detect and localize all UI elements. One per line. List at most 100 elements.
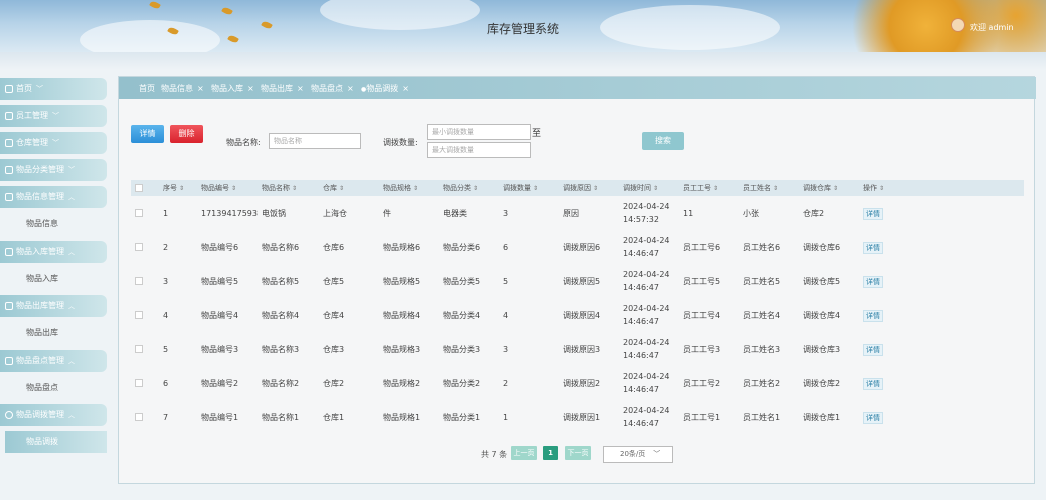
- column-header[interactable]: 物品规格 ⇕: [379, 180, 439, 196]
- sort-icon[interactable]: ⇕: [292, 185, 297, 192]
- table-row[interactable]: 6 物品编号2 物品名称2 仓库2 物品规格2 物品分类2 2 调拨原因2 2024-04-24…: [131, 366, 1024, 400]
- tab-outbound[interactable]: 物品出库 ×: [261, 83, 304, 94]
- tab-home[interactable]: 首页: [139, 83, 155, 94]
- tab-label: 物品信息: [161, 84, 193, 93]
- table-cell: 小张: [743, 208, 759, 218]
- row-detail-button[interactable]: 详情: [863, 275, 883, 288]
- row-detail-button[interactable]: 详情: [863, 411, 883, 424]
- name-filter-label: 物品名称:: [226, 138, 261, 147]
- user-greeting[interactable]: 欢迎 admin: [970, 22, 1014, 33]
- close-icon[interactable]: ×: [247, 84, 254, 93]
- sort-icon[interactable]: ⇕: [413, 185, 418, 192]
- column-header[interactable]: 调拨时间 ⇕: [619, 180, 679, 196]
- avatar[interactable]: [951, 18, 965, 32]
- search-button[interactable]: 搜索: [642, 132, 684, 150]
- page-size-select[interactable]: 20条/页 ﹀: [603, 446, 673, 463]
- row-checkbox[interactable]: [131, 332, 159, 366]
- row-detail-button[interactable]: 详情: [863, 309, 883, 322]
- sort-icon[interactable]: ⇕: [339, 185, 344, 192]
- column-header[interactable]: 操作 ⇕: [859, 180, 1024, 196]
- sidebar-sub-inbound[interactable]: 物品入库: [0, 268, 107, 290]
- column-header[interactable]: 员工姓名 ⇕: [739, 180, 799, 196]
- table-row[interactable]: 2 物品编号6 物品名称6 仓库6 物品规格6 物品分类6 6 调拨原因6 2024-04-24…: [131, 230, 1024, 264]
- row-checkbox[interactable]: [131, 264, 159, 298]
- sidebar-sub-inventory[interactable]: 物品盘点: [0, 377, 107, 399]
- qty-filter-label: 调拨数量:: [383, 138, 418, 147]
- chevron-down-icon: ﹀: [68, 166, 75, 174]
- row-checkbox[interactable]: [131, 298, 159, 332]
- column-header[interactable]: 仓库 ⇕: [319, 180, 379, 196]
- sidebar-item-home[interactable]: 首页 ﹀: [0, 78, 107, 100]
- column-header[interactable]: 物品编号 ⇕: [197, 180, 258, 196]
- sidebar-sub-goods-info[interactable]: 物品信息: [0, 213, 107, 235]
- row-checkbox[interactable]: [131, 400, 159, 434]
- table-row[interactable]: 1 1713941759380 电饭锅 上海仓 件 电器类 3 原因 2024-04-24 14…: [131, 196, 1024, 230]
- table-row[interactable]: 4 物品编号4 物品名称4 仓库4 物品规格4 物品分类4 4 调拨原因4 2024-04-24…: [131, 298, 1024, 332]
- sidebar-sub-outbound[interactable]: 物品出库: [0, 322, 107, 344]
- max-qty-input[interactable]: 最大调拨数量: [427, 142, 531, 158]
- close-icon[interactable]: ×: [402, 84, 409, 93]
- row-checkbox[interactable]: [131, 196, 159, 230]
- table-cell: 调拨仓库5: [803, 276, 841, 286]
- tab-label: 物品入库: [211, 84, 243, 93]
- row-detail-button[interactable]: 详情: [863, 343, 883, 356]
- sort-icon[interactable]: ⇕: [473, 185, 478, 192]
- sidebar-item-inventory[interactable]: 物品盘点管理 ︿: [0, 350, 107, 372]
- column-header[interactable]: 物品分类 ⇕: [439, 180, 499, 196]
- column-header[interactable]: 调拨原因 ⇕: [559, 180, 619, 196]
- sort-icon[interactable]: ⇕: [231, 185, 236, 192]
- chevron-up-icon: ︿: [68, 302, 75, 310]
- table-row[interactable]: 7 物品编号1 物品名称1 仓库1 物品规格1 物品分类1 1 调拨原因1 2024-04-24…: [131, 400, 1024, 434]
- sort-icon[interactable]: ⇕: [879, 185, 884, 192]
- sort-icon[interactable]: ⇕: [773, 185, 778, 192]
- sort-icon[interactable]: ⇕: [593, 185, 598, 192]
- select-all-checkbox[interactable]: [131, 180, 159, 196]
- name-input[interactable]: 物品名称: [269, 133, 361, 149]
- row-detail-button[interactable]: 详情: [863, 207, 883, 220]
- close-icon[interactable]: ×: [297, 84, 304, 93]
- leaf-decoration: [221, 5, 233, 17]
- sort-icon[interactable]: ⇕: [653, 185, 658, 192]
- row-detail-button[interactable]: 详情: [863, 241, 883, 254]
- row-checkbox[interactable]: [131, 230, 159, 264]
- column-header[interactable]: 调拨仓库 ⇕: [799, 180, 859, 196]
- column-header[interactable]: 调拨数量 ⇕: [499, 180, 559, 196]
- sort-icon[interactable]: ⇕: [713, 185, 718, 192]
- sort-icon[interactable]: ⇕: [833, 185, 838, 192]
- sidebar-item-warehouse[interactable]: 仓库管理 ﹀: [0, 132, 107, 154]
- chevron-down-icon: ﹀: [52, 112, 59, 120]
- app-title: 库存管理系统: [486, 22, 559, 36]
- sidebar-item-category[interactable]: 物品分类管理 ﹀: [0, 159, 107, 181]
- column-header-label: 物品名称: [262, 184, 290, 192]
- table-cell: 物品名称4: [262, 310, 300, 320]
- tab-inbound[interactable]: 物品入库 ×: [211, 83, 254, 94]
- table-cell: 物品分类4: [443, 310, 481, 320]
- tab-inventory[interactable]: 物品盘点 ×: [311, 83, 354, 94]
- row-checkbox[interactable]: [131, 366, 159, 400]
- close-icon[interactable]: ×: [197, 84, 204, 93]
- next-page-button[interactable]: 下一页: [565, 446, 591, 460]
- tab-transfer[interactable]: ●物品调拨 ×: [361, 83, 409, 94]
- sidebar-sub-transfer[interactable]: 物品调拨: [5, 431, 107, 453]
- column-header[interactable]: 序号 ⇕: [159, 180, 197, 196]
- sidebar-item-transfer[interactable]: 物品调拨管理 ︿: [0, 404, 107, 426]
- sort-icon[interactable]: ⇕: [179, 185, 184, 192]
- min-qty-input[interactable]: 最小调拨数量: [427, 124, 531, 140]
- prev-page-button[interactable]: 上一页: [511, 446, 537, 460]
- delete-button[interactable]: 删除: [170, 125, 203, 143]
- tab-goods-info[interactable]: 物品信息 ×: [161, 83, 204, 94]
- sidebar-item-inbound[interactable]: 物品入库管理 ︿: [0, 241, 107, 263]
- detail-button[interactable]: 详情: [131, 125, 164, 143]
- row-detail-button[interactable]: 详情: [863, 377, 883, 390]
- page-1-button[interactable]: 1: [543, 446, 558, 460]
- sidebar-item-outbound[interactable]: 物品出库管理 ︿: [0, 295, 107, 317]
- table-row[interactable]: 3 物品编号5 物品名称5 仓库5 物品规格5 物品分类5 5 调拨原因5 2024-04-24…: [131, 264, 1024, 298]
- column-header[interactable]: 物品名称 ⇕: [258, 180, 319, 196]
- close-icon[interactable]: ×: [347, 84, 354, 93]
- sort-icon[interactable]: ⇕: [533, 185, 538, 192]
- sidebar-item-staff[interactable]: 员工管理 ﹀: [0, 105, 107, 127]
- sidebar-item-goods-info[interactable]: 物品信息管理 ︿: [0, 186, 107, 208]
- table-row[interactable]: 5 物品编号3 物品名称3 仓库3 物品规格3 物品分类3 3 调拨原因3 2024-04-24…: [131, 332, 1024, 366]
- column-header[interactable]: 员工工号 ⇕: [679, 180, 739, 196]
- table-cell: 仓库2: [323, 378, 345, 388]
